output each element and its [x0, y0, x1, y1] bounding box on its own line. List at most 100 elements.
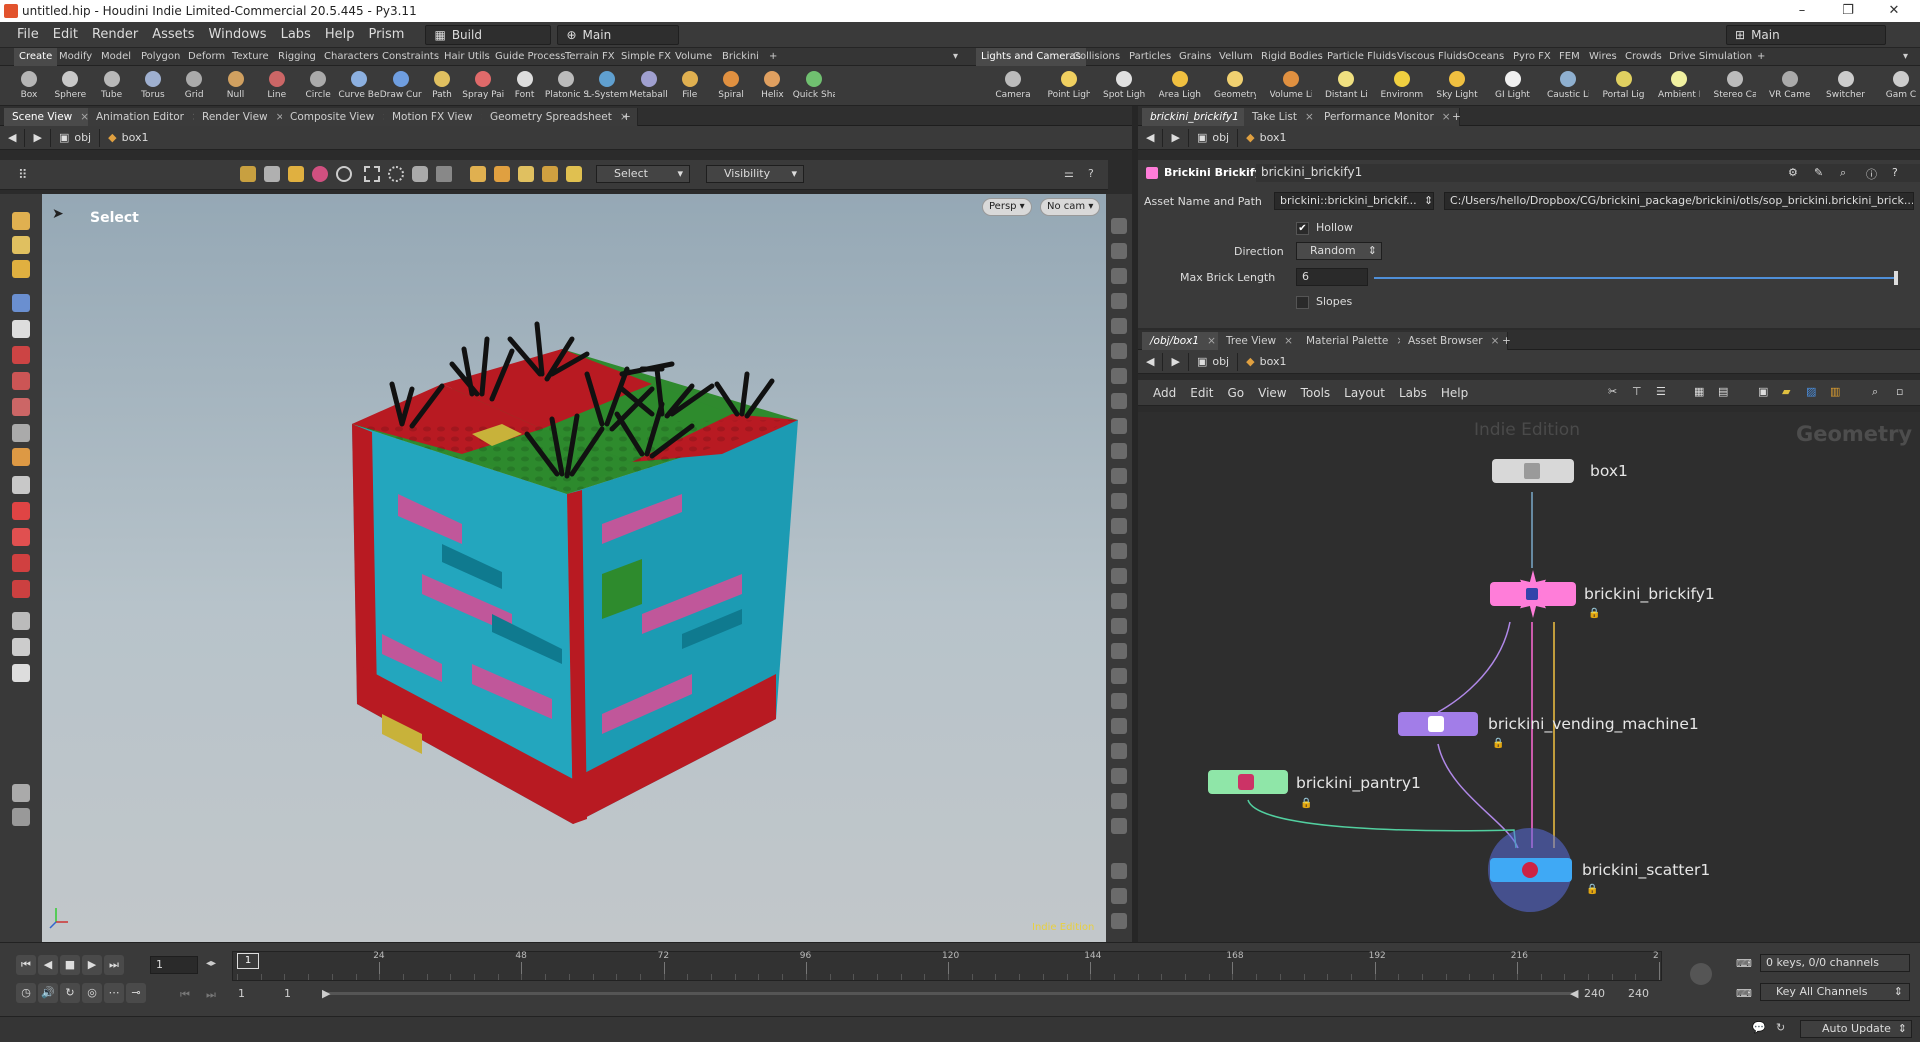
- display-option-icon[interactable]: [1111, 518, 1127, 534]
- key-channels-icon[interactable]: ⌨: [1736, 987, 1752, 1000]
- keys-icon[interactable]: ⌨: [1736, 957, 1752, 970]
- laser-select-icon[interactable]: [436, 166, 452, 182]
- tool-circle[interactable]: Circle: [297, 66, 339, 106]
- tab-network-editor[interactable]: /obj/box1 ×: [1142, 332, 1225, 350]
- persp-button[interactable]: Persp ▾: [982, 198, 1032, 216]
- close-tab-icon[interactable]: ×: [1207, 335, 1216, 347]
- display-option-icon[interactable]: [1111, 443, 1127, 459]
- audio-toggle-icon[interactable]: 🔊: [38, 983, 58, 1003]
- select-prims-icon[interactable]: [542, 166, 558, 182]
- display-option-icon[interactable]: [1111, 493, 1127, 509]
- timeline-ruler[interactable]: 1 24 48 72 96 120 144 168 192 216 2: [232, 951, 1662, 981]
- prev-key-icon[interactable]: ⏮: [180, 988, 190, 1002]
- shelf-tab-polygon[interactable]: Polygon: [136, 48, 185, 66]
- display-option-icon[interactable]: [1111, 718, 1127, 734]
- brush-select-icon[interactable]: [412, 166, 428, 182]
- node-brickini-vending-machine1[interactable]: [1398, 712, 1478, 736]
- path-box1[interactable]: ◆ box1: [100, 129, 156, 147]
- tool-geometry-light[interactable]: Geometry Light: [1214, 66, 1256, 106]
- tab-render-view[interactable]: Render View ×: [194, 108, 294, 126]
- tool-platonic-solids[interactable]: Platonic Solids: [545, 66, 587, 106]
- add-pane-tab-icon[interactable]: +: [614, 108, 639, 126]
- tool-switcher[interactable]: Switcher: [1825, 66, 1867, 106]
- brush-icon[interactable]: [12, 448, 30, 466]
- loop-icon[interactable]: ↻: [60, 983, 80, 1003]
- next-key-icon[interactable]: ⏭: [206, 988, 216, 1002]
- select-all-icon[interactable]: [566, 166, 582, 182]
- search-icon[interactable]: ⌕: [1872, 385, 1878, 399]
- tool-box[interactable]: Box: [8, 66, 50, 106]
- node-box1[interactable]: [1492, 459, 1574, 483]
- desktop-dropdown[interactable]: ▦ Build: [425, 24, 552, 45]
- range-end-2[interactable]: 240: [1628, 987, 1649, 1000]
- display-option-icon[interactable]: [1111, 593, 1127, 609]
- path-box1[interactable]: ◆ box1: [1238, 129, 1294, 147]
- wrench-icon[interactable]: ✂: [1608, 385, 1617, 398]
- realtime-icon[interactable]: ◷: [16, 983, 36, 1003]
- grid-menu-icon[interactable]: ⠿: [18, 168, 28, 183]
- close-button[interactable]: ✕: [1872, 0, 1916, 22]
- tool-grid[interactable]: Grid: [173, 66, 215, 106]
- tool-gam-c[interactable]: Gam C: [1880, 66, 1920, 106]
- light-icon[interactable]: [12, 638, 30, 656]
- shelf-tab-collisions[interactable]: Collisions: [1068, 48, 1125, 66]
- rotate-icon[interactable]: [12, 346, 30, 364]
- tool-l-system[interactable]: L-System: [586, 66, 628, 106]
- tab-performance-monitor[interactable]: Performance Monitor ×: [1316, 108, 1460, 126]
- snap-prim-icon[interactable]: [312, 166, 328, 182]
- snapshot-icon[interactable]: ▣: [1758, 385, 1768, 398]
- shelf-tab-modify[interactable]: Modify: [54, 48, 97, 66]
- tool-stereo-camera[interactable]: Stereo Camera: [1714, 66, 1756, 106]
- magnet-icon[interactable]: [12, 502, 30, 520]
- tool-vr-camera[interactable]: VR Camera: [1769, 66, 1811, 106]
- select-groups-icon[interactable]: [470, 166, 486, 182]
- net-menu-labs[interactable]: Labs: [1392, 386, 1434, 400]
- grid-icon[interactable]: ▦: [1694, 385, 1704, 398]
- shelf-tab-model[interactable]: Model: [96, 48, 136, 66]
- tool-gi-light[interactable]: GI Light: [1492, 66, 1534, 106]
- display-option-icon[interactable]: [1111, 318, 1127, 334]
- add-shelf-tab-right-icon[interactable]: +: [1752, 48, 1770, 66]
- path-obj[interactable]: ▣ obj: [51, 128, 101, 147]
- paint-icon[interactable]: [12, 260, 30, 278]
- add-pane-tab-icon[interactable]: +: [1494, 332, 1519, 350]
- snap-grid-icon[interactable]: [264, 166, 280, 182]
- shelf-tab-particles[interactable]: Particles: [1124, 48, 1176, 66]
- move-icon[interactable]: [12, 320, 30, 338]
- range-slider[interactable]: [326, 992, 1576, 995]
- slopes-checkbox[interactable]: [1296, 296, 1309, 309]
- restore-button[interactable]: ❐: [1826, 0, 1870, 22]
- camera-icon[interactable]: [12, 612, 30, 630]
- shelf-tab-guide-process[interactable]: Guide Process: [490, 48, 570, 66]
- display-option-icon[interactable]: [1111, 418, 1127, 434]
- menu-render[interactable]: Render: [85, 27, 145, 42]
- tab-scene-view[interactable]: Scene View ×: [4, 108, 99, 126]
- display-option-icon[interactable]: [1111, 568, 1127, 584]
- handle-tool-icon[interactable]: [12, 424, 30, 442]
- shelf-tab-wires[interactable]: Wires: [1584, 48, 1622, 66]
- display-option-icon[interactable]: [1111, 468, 1127, 484]
- direction-dropdown[interactable]: Random ⇕: [1296, 242, 1382, 260]
- auto-update-dropdown[interactable]: Auto Update ⇕: [1800, 1020, 1912, 1038]
- display-option-icon[interactable]: [1111, 218, 1127, 234]
- shelf-right-menu-icon[interactable]: ▾: [1898, 48, 1913, 66]
- pose-icon[interactable]: [12, 398, 30, 416]
- scene-viewport[interactable]: ➤ Select Persp ▾ No cam ▾ Indie Edition: [42, 194, 1106, 942]
- shelf-tab-terrain-fx[interactable]: Terrain FX: [560, 48, 620, 66]
- palette-icon[interactable]: ▥: [1830, 385, 1840, 398]
- display-option-icon[interactable]: [1111, 293, 1127, 309]
- max-brick-slider[interactable]: [1374, 277, 1898, 279]
- forward-icon[interactable]: ▶: [1163, 128, 1189, 147]
- rotate-icon[interactable]: [336, 166, 352, 182]
- asset-path-field[interactable]: C:/Users/hello/Dropbox/CG/brickini_packa…: [1444, 192, 1914, 210]
- shelf-tab-particle-fluids[interactable]: Particle Fluids: [1322, 48, 1401, 66]
- tool-tube[interactable]: Tube: [91, 66, 133, 106]
- tree-icon[interactable]: ⊤: [1632, 385, 1642, 398]
- help-icon[interactable]: ?: [1892, 166, 1898, 179]
- shelf-tab-deform[interactable]: Deform: [183, 48, 230, 66]
- net-menu-go[interactable]: Go: [1220, 386, 1251, 400]
- tool-sky-light[interactable]: Sky Light: [1436, 66, 1478, 106]
- tool-null[interactable]: Null: [215, 66, 257, 106]
- add-pane-tab-icon[interactable]: +: [1444, 108, 1469, 126]
- tool-torus[interactable]: Torus: [132, 66, 174, 106]
